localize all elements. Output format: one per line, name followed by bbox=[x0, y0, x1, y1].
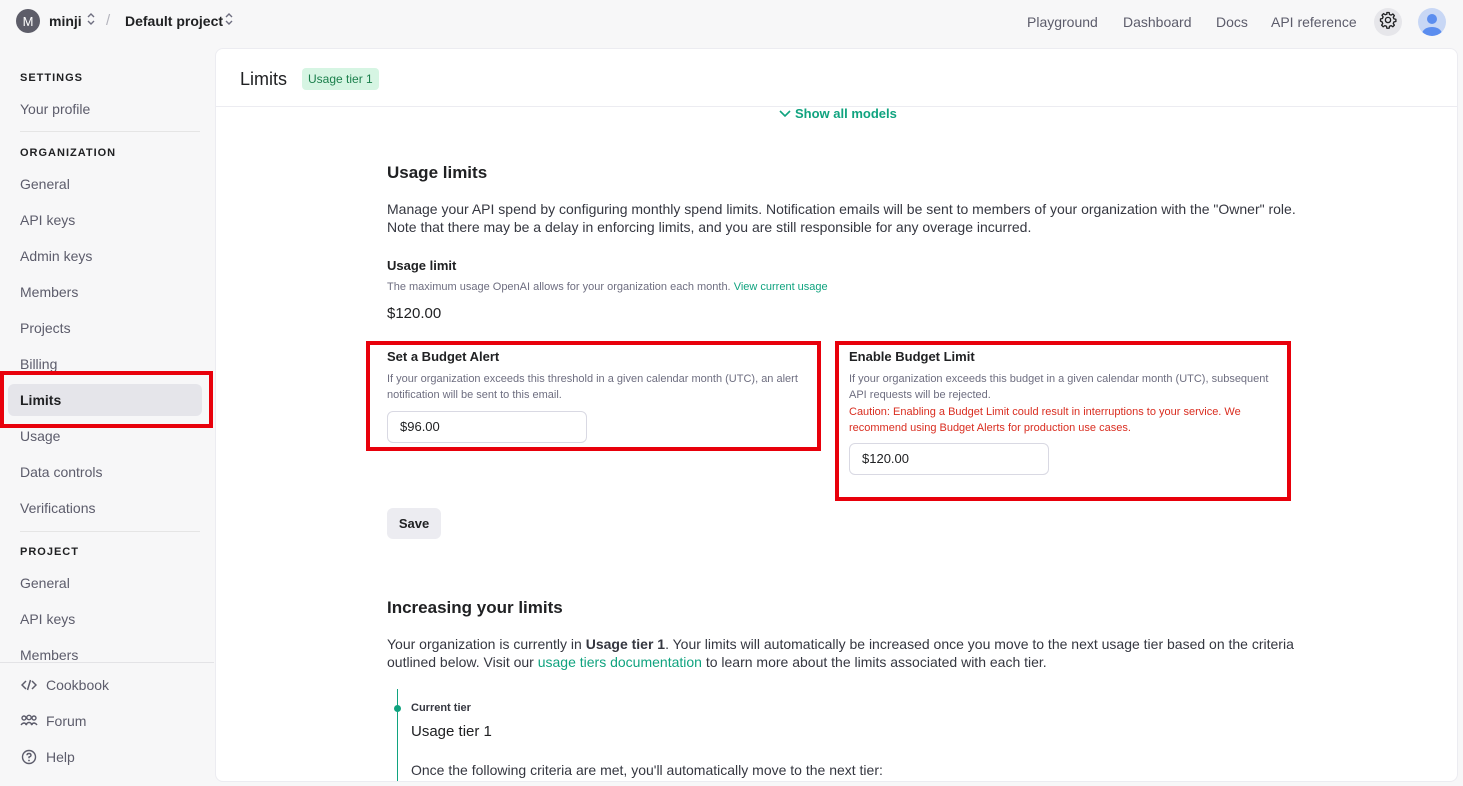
sidebar-help-link[interactable]: Help bbox=[20, 749, 75, 765]
gear-icon bbox=[1379, 11, 1397, 34]
top-bar: M minji / Default project Playground Das… bbox=[0, 0, 1463, 44]
highlight-box-budget-limit bbox=[835, 341, 1291, 501]
sidebar-item-admin-keys[interactable]: Admin keys bbox=[20, 248, 92, 264]
tier-timeline-dot bbox=[394, 705, 401, 712]
settings-heading: SETTINGS bbox=[20, 72, 84, 84]
sidebar-item-api-keys[interactable]: API keys bbox=[20, 212, 75, 228]
tier-timeline bbox=[397, 689, 398, 781]
org-avatar[interactable]: M bbox=[16, 9, 40, 33]
sidebar-item-project-general[interactable]: General bbox=[20, 575, 70, 591]
user-avatar[interactable] bbox=[1418, 8, 1446, 36]
current-tier-name: Usage tier 1 bbox=[411, 723, 492, 740]
sidebar-item-project-api-keys[interactable]: API keys bbox=[20, 611, 75, 627]
breadcrumb-separator: / bbox=[106, 12, 111, 29]
nav-dashboard[interactable]: Dashboard bbox=[1123, 14, 1192, 30]
sidebar-item-data-controls[interactable]: Data controls bbox=[20, 464, 102, 480]
people-icon bbox=[20, 714, 38, 728]
sidebar-footer-label: Help bbox=[46, 749, 75, 765]
sidebar-item-members[interactable]: Members bbox=[20, 284, 78, 300]
show-all-models-button[interactable]: Show all models bbox=[779, 106, 897, 121]
org-switcher[interactable]: minji bbox=[49, 13, 82, 29]
current-tier-label: Current tier bbox=[411, 702, 471, 714]
sidebar-cookbook-link[interactable]: Cookbook bbox=[20, 677, 109, 693]
nav-playground[interactable]: Playground bbox=[1027, 14, 1098, 30]
sidebar-item-verifications[interactable]: Verifications bbox=[20, 500, 95, 516]
usage-limit-value: $120.00 bbox=[387, 305, 442, 322]
highlight-box-limits bbox=[0, 371, 213, 428]
page-header: Limits Usage tier 1 bbox=[216, 49, 1457, 107]
usage-limit-help-text: The maximum usage OpenAI allows for your… bbox=[387, 281, 731, 293]
nav-api-reference[interactable]: API reference bbox=[1271, 14, 1357, 30]
sidebar-forum-link[interactable]: Forum bbox=[20, 713, 86, 729]
sidebar-item-projects[interactable]: Projects bbox=[20, 320, 71, 336]
divider bbox=[20, 131, 200, 132]
sidebar-item-usage[interactable]: Usage bbox=[20, 428, 60, 444]
increasing-limits-description: Your organization is currently in Usage … bbox=[387, 635, 1297, 671]
page-title: Limits bbox=[240, 69, 288, 89]
increasing-limits-heading: Increasing your limits bbox=[387, 598, 563, 617]
nav-docs[interactable]: Docs bbox=[1216, 14, 1248, 30]
settings-button[interactable] bbox=[1374, 8, 1402, 36]
save-button[interactable]: Save bbox=[387, 508, 441, 539]
highlight-box-budget-alert bbox=[366, 341, 821, 451]
chevron-up-down-icon[interactable] bbox=[86, 12, 96, 29]
sidebar-footer-label: Cookbook bbox=[46, 677, 110, 693]
usage-limit-label: Usage limit bbox=[387, 258, 457, 273]
increasing-text: to learn more about the limits associate… bbox=[701, 654, 1047, 670]
organization-heading: ORGANIZATION bbox=[20, 147, 117, 159]
project-switcher[interactable]: Default project bbox=[125, 13, 223, 29]
usage-limits-description: Manage your API spend by configuring mon… bbox=[387, 201, 1296, 235]
usage-tiers-docs-link[interactable]: usage tiers documentation bbox=[538, 654, 702, 670]
sidebar-item-billing[interactable]: Billing bbox=[20, 356, 57, 372]
usage-limits-heading: Usage limits bbox=[387, 163, 488, 182]
sidebar-item-project-members[interactable]: Members bbox=[20, 647, 78, 663]
divider bbox=[20, 531, 200, 532]
code-icon bbox=[20, 678, 38, 692]
view-current-usage-link[interactable]: View current usage bbox=[734, 281, 828, 293]
divider bbox=[0, 662, 214, 663]
chevron-up-down-icon[interactable] bbox=[224, 12, 234, 29]
tier-criteria-text: Once the following criteria are met, you… bbox=[411, 762, 883, 778]
chevron-down-icon bbox=[779, 109, 791, 118]
current-tier-inline: Usage tier 1 bbox=[585, 636, 666, 652]
increasing-text: Your organization is currently in bbox=[387, 636, 586, 652]
sidebar-item-your-profile[interactable]: Your profile bbox=[20, 101, 90, 117]
show-all-models-label: Show all models bbox=[795, 106, 897, 121]
project-heading: PROJECT bbox=[20, 546, 79, 558]
sidebar-footer-label: Forum bbox=[46, 713, 87, 729]
usage-limit-help: The maximum usage OpenAI allows for your… bbox=[387, 279, 828, 295]
help-icon bbox=[20, 749, 38, 765]
sidebar-item-general[interactable]: General bbox=[20, 176, 70, 192]
tier-badge: Usage tier 1 bbox=[302, 68, 379, 90]
